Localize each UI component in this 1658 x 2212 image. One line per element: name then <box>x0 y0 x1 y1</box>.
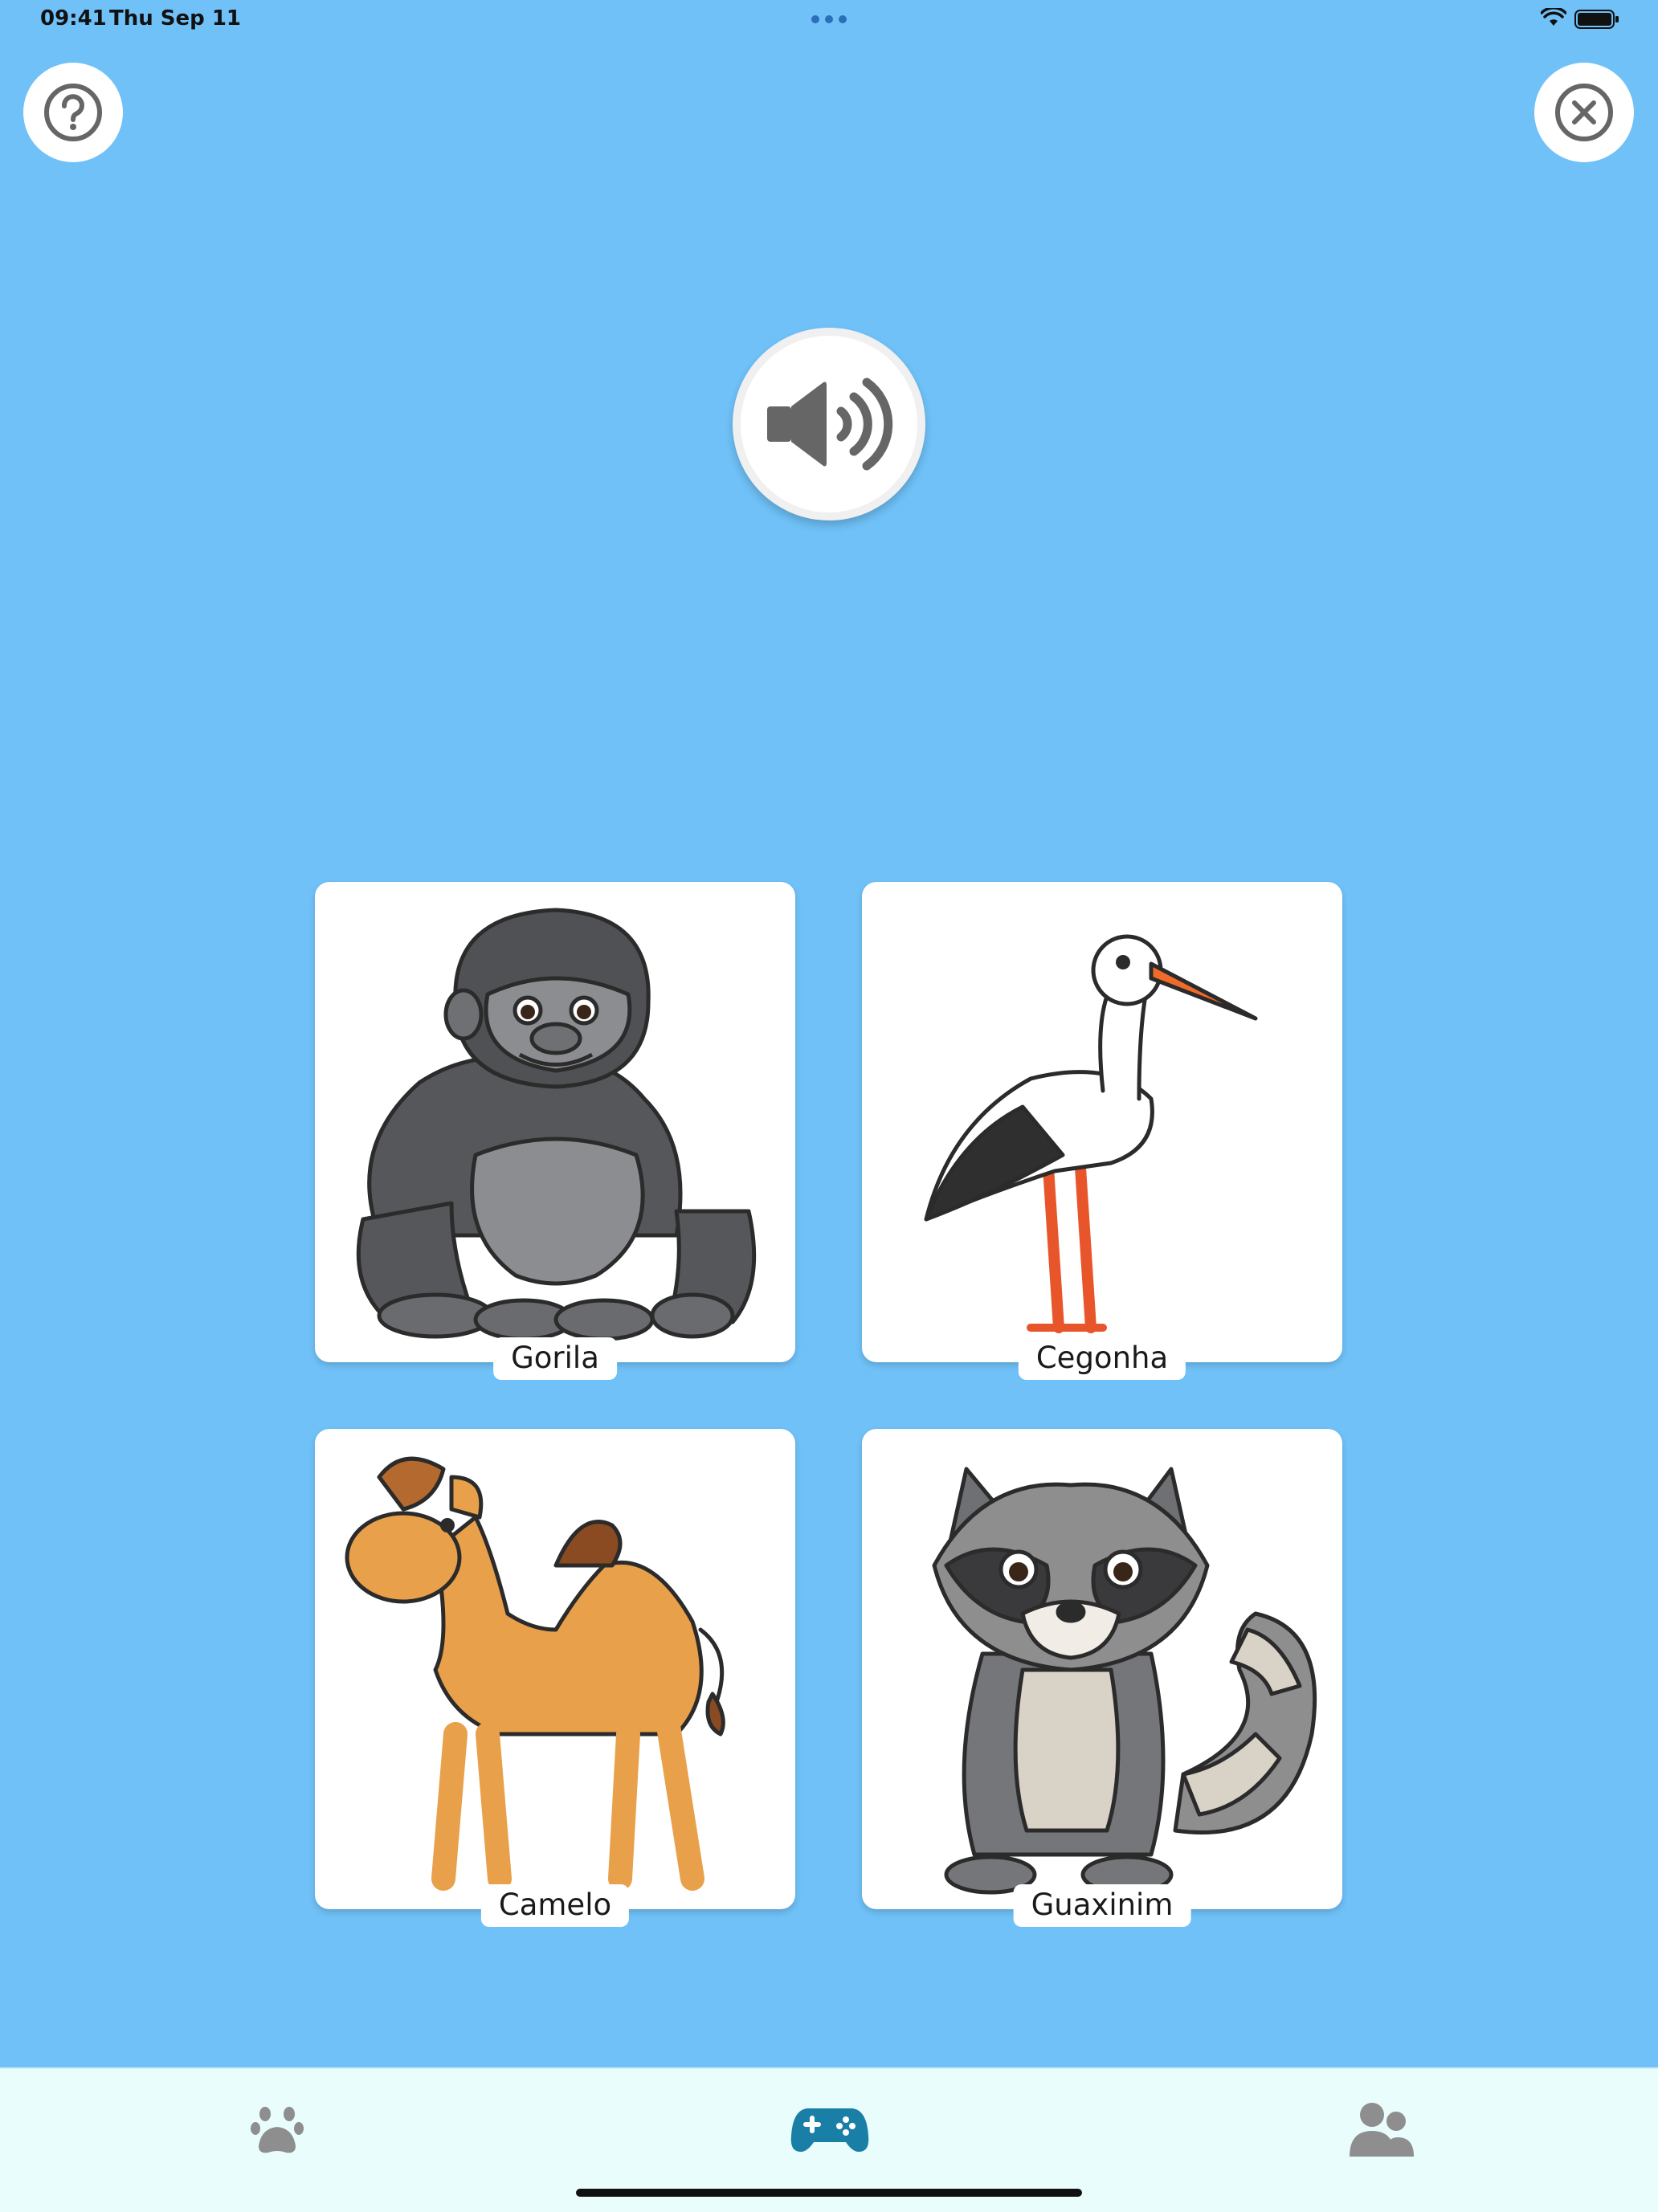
card-label: Guaxinim <box>1013 1884 1191 1927</box>
stork-illustration <box>924 934 1258 1333</box>
tab-animals[interactable] <box>229 2093 325 2165</box>
raccoon-illustration <box>932 1467 1317 1895</box>
question-circle-icon <box>44 84 102 141</box>
multitasking-dots-icon[interactable] <box>811 15 847 23</box>
help-button[interactable] <box>23 63 123 162</box>
tab-profiles[interactable] <box>1333 2093 1430 2165</box>
speaker-wave-icon <box>767 378 893 471</box>
close-button[interactable] <box>1534 63 1634 162</box>
answer-card-gorilla[interactable]: Gorila <box>315 882 795 1380</box>
card-label: Gorila <box>493 1337 617 1380</box>
answer-card-raccoon[interactable]: Guaxinim <box>862 1429 1342 1927</box>
card-label: Cegonha <box>1018 1337 1186 1380</box>
tab-games[interactable] <box>782 2093 878 2165</box>
paw-icon <box>251 2107 304 2153</box>
answer-card-camel[interactable]: Camelo <box>315 1429 795 1927</box>
users-icon <box>1350 2103 1414 2157</box>
play-sound-button[interactable] <box>733 328 925 520</box>
home-indicator[interactable] <box>576 2189 1082 2197</box>
status-time: 09:41 <box>40 6 107 31</box>
x-circle-icon <box>1555 84 1613 141</box>
battery-icon <box>1574 10 1619 29</box>
answer-card-stork[interactable]: Cegonha <box>862 882 1342 1380</box>
card-label: Camelo <box>480 1884 630 1927</box>
status-date: Thu Sep 11 <box>109 6 242 31</box>
gamepad-icon <box>790 2108 869 2152</box>
gorilla-illustration <box>356 908 757 1341</box>
camel-illustration <box>345 1456 725 1891</box>
wifi-icon <box>1541 8 1566 26</box>
status-bar: 09:41 Thu Sep 11 <box>0 0 1658 39</box>
